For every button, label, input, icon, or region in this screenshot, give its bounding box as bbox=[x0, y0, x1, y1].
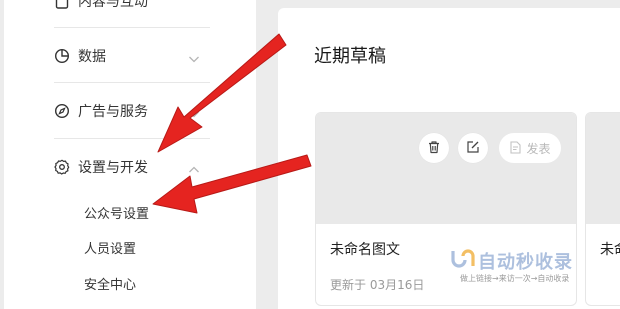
sidebar-item-settings-dev[interactable]: 设置与开发 bbox=[54, 139, 210, 194]
watermark-logo-text: 自动秒收录 bbox=[478, 252, 573, 273]
sidebar-item-label: 设置与开发 bbox=[78, 159, 148, 176]
publish-button[interactable]: 发表 bbox=[499, 133, 561, 163]
chevron-down-icon bbox=[188, 105, 200, 124]
document-icon bbox=[54, 0, 70, 9]
edit-button[interactable] bbox=[458, 133, 488, 163]
sidebar-item-content-interaction[interactable]: 内容与互动 bbox=[54, 0, 210, 28]
sidebar-subitem-account-settings[interactable]: 公众号设置 bbox=[84, 203, 149, 222]
delete-button[interactable] bbox=[419, 133, 449, 163]
watermark-slogan: 做上链接→来访一次→自动收录 bbox=[460, 274, 570, 283]
draft-title: 未命名图文 bbox=[330, 242, 400, 258]
card-thumbnail bbox=[316, 113, 576, 224]
sidebar-item-data[interactable]: 数据 bbox=[54, 28, 210, 83]
chevron-up-icon bbox=[188, 161, 200, 180]
sidebar: 内容与互动 数据 广告与服务 设置与开发 公众号设置 人员设置 安全中心 bbox=[4, 0, 256, 309]
publish-label: 发表 bbox=[526, 141, 551, 156]
card-thumbnail bbox=[586, 113, 620, 224]
watermark-logo-icon bbox=[450, 248, 476, 274]
edit-icon bbox=[466, 139, 480, 158]
pie-chart-icon bbox=[54, 48, 70, 64]
sidebar-subitem-security-center[interactable]: 安全中心 bbox=[84, 274, 136, 293]
gear-icon bbox=[54, 159, 70, 175]
section-title: 近期草稿 bbox=[314, 46, 386, 67]
watermark: 自动秒收录 做上链接→来访一次→自动收录 bbox=[448, 246, 608, 290]
sidebar-subitem-staff-settings[interactable]: 人员设置 bbox=[84, 238, 136, 257]
sidebar-item-label: 内容与互动 bbox=[78, 0, 148, 10]
chevron-down-icon bbox=[188, 50, 200, 69]
sidebar-item-label: 广告与服务 bbox=[78, 103, 148, 120]
draft-updated-time: 更新于 03月16日 bbox=[330, 278, 425, 292]
sidebar-item-label: 数据 bbox=[78, 48, 106, 65]
compass-icon bbox=[54, 103, 70, 119]
trash-icon bbox=[427, 139, 441, 158]
sidebar-item-ads-services[interactable]: 广告与服务 bbox=[54, 83, 210, 138]
publish-icon bbox=[509, 139, 522, 158]
